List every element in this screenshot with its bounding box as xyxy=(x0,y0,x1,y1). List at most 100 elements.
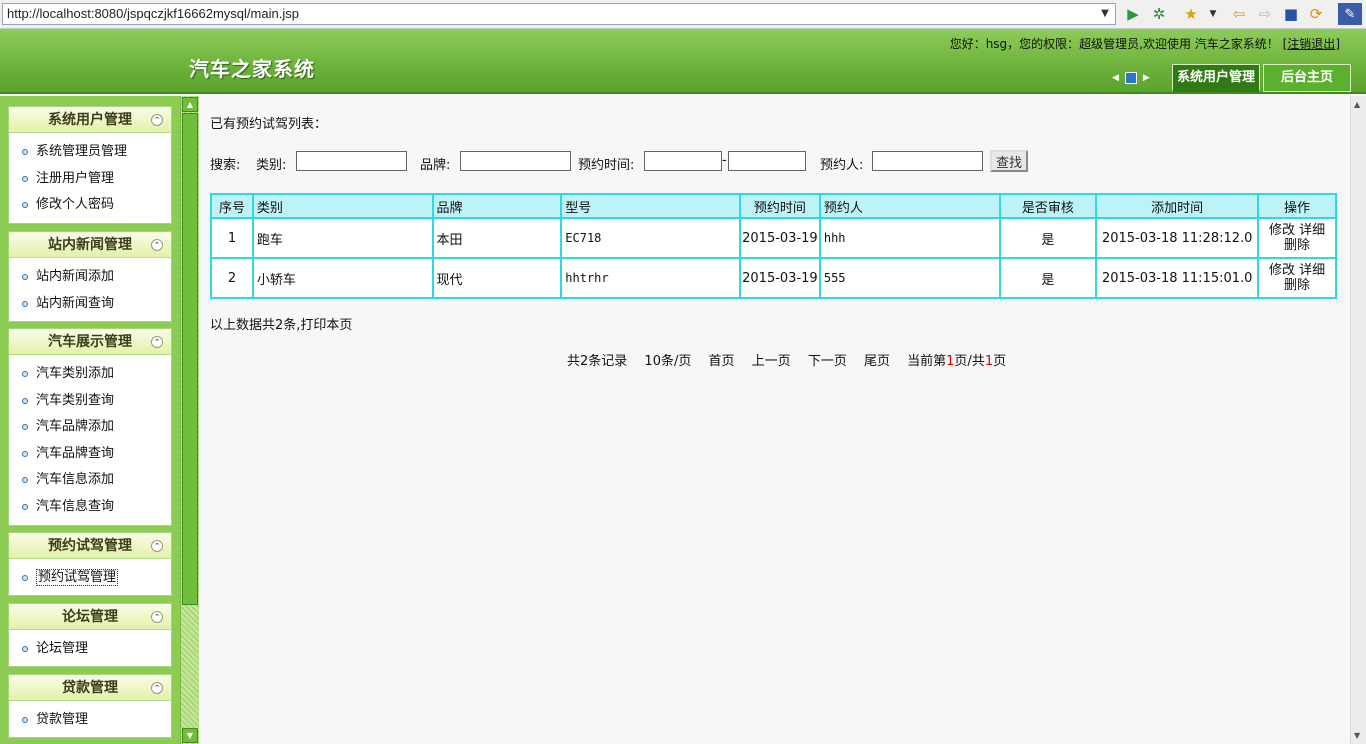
welcome-suffix: ] xyxy=(1335,37,1340,51)
tab-admin-home[interactable]: 后台主页 xyxy=(1263,64,1351,92)
sidebar-item-car-info-add[interactable]: 汽车信息添加 xyxy=(9,467,171,494)
bullet-icon xyxy=(22,149,28,155)
time-start-input[interactable] xyxy=(644,151,722,171)
play-icon[interactable]: ▶ xyxy=(1123,4,1143,24)
address-dropdown-icon[interactable]: ▼ xyxy=(1098,6,1112,22)
back-icon[interactable]: ⇦ xyxy=(1229,4,1249,24)
sidebar-item-loan-manage[interactable]: 贷款管理 xyxy=(9,707,171,734)
print-link[interactable]: 打印本页 xyxy=(300,318,352,333)
main-content: 已有预约试驾列表： 搜索: 类别: 品牌: 预约时间: - 预约人: 查找 序号… xyxy=(200,96,1350,742)
pager-current-prefix: 当前第 xyxy=(907,354,947,369)
col-header: 预约人 xyxy=(818,193,1001,219)
panel-header[interactable]: 站内新闻管理 ⌃ xyxy=(9,232,171,258)
sidebar-scrollbar[interactable]: ▲ ▼ xyxy=(180,96,199,744)
sidebar-item-news-add[interactable]: 站内新闻添加 xyxy=(9,264,171,291)
tab-scroll-right-icon[interactable]: ▶ xyxy=(1143,73,1150,83)
collapse-icon[interactable]: ⌃ xyxy=(151,682,163,694)
brand-label: 品牌: xyxy=(420,158,451,173)
scroll-up-icon[interactable]: ▲ xyxy=(1354,100,1360,109)
sidebar-item-admin-manage[interactable]: 系统管理员管理 xyxy=(9,139,171,166)
pager-next[interactable]: 下一页 xyxy=(808,354,847,369)
collapse-icon[interactable]: ⌃ xyxy=(151,611,163,623)
panel-header[interactable]: 汽车展示管理 ⌃ xyxy=(9,329,171,355)
delete-link[interactable]: 删除 xyxy=(1284,278,1310,293)
collapse-icon[interactable]: ⌃ xyxy=(151,114,163,126)
edit-link[interactable]: 修改 xyxy=(1269,223,1295,238)
sidebar-item-car-brand-add[interactable]: 汽车品牌添加 xyxy=(9,414,171,441)
col-header: 操作 xyxy=(1257,193,1337,219)
sidebar: 系统用户管理 ⌃ 系统管理员管理 注册用户管理 修改个人密码 站内新闻管理 ⌃ 站内… xyxy=(0,96,180,744)
sidebar-panel-users: 系统用户管理 ⌃ 系统管理员管理 注册用户管理 修改个人密码 xyxy=(8,106,172,224)
panel-title: 贷款管理 xyxy=(62,680,118,696)
panel-title: 系统用户管理 xyxy=(48,112,132,128)
collapse-icon[interactable]: ⌃ xyxy=(151,336,163,348)
sidebar-item-label: 注册用户管理 xyxy=(36,170,115,186)
sidebar-item-registered-users[interactable]: 注册用户管理 xyxy=(9,166,171,193)
app-icon[interactable]: ✎ xyxy=(1338,3,1362,25)
detail-link[interactable]: 详细 xyxy=(1299,223,1325,238)
forward-icon[interactable]: ⇨ xyxy=(1255,4,1275,24)
scroll-up-icon[interactable]: ▲ xyxy=(182,97,198,112)
edit-link[interactable]: 修改 xyxy=(1269,263,1295,278)
scroll-down-icon[interactable]: ▼ xyxy=(1354,731,1360,740)
delete-link[interactable]: 删除 xyxy=(1284,238,1310,253)
refresh-icon[interactable]: ⟳ xyxy=(1306,4,1326,24)
panel-title: 预约试驾管理 xyxy=(48,538,132,554)
collapse-icon[interactable]: ⌃ xyxy=(151,239,163,251)
star-dropdown-icon[interactable]: ▼ xyxy=(1203,4,1223,24)
sidebar-item-label: 论坛管理 xyxy=(36,641,89,656)
sidebar-item-car-category-query[interactable]: 汽车类别查询 xyxy=(9,388,171,415)
sidebar-item-forum-manage[interactable]: 论坛管理 xyxy=(9,636,171,663)
panel-title: 站内新闻管理 xyxy=(48,237,132,253)
pager-current: 当前第1页/共1页 xyxy=(907,354,1006,369)
sidebar-item-label: 站内新闻查询 xyxy=(36,295,115,311)
category-input[interactable] xyxy=(296,151,407,171)
sidebar-item-label: 汽车品牌添加 xyxy=(36,419,115,434)
pager-per-page: 10条/页 xyxy=(644,354,692,369)
panel-header[interactable]: 预约试驾管理 ⌃ xyxy=(9,533,171,559)
sidebar-item-car-category-add[interactable]: 汽车类别添加 xyxy=(9,361,171,388)
cell-brand: 本田 xyxy=(431,217,563,259)
cell-model: hhtrhr xyxy=(560,257,741,299)
sidebar-item-news-query[interactable]: 站内新闻查询 xyxy=(9,291,171,318)
tab-scroller: ◀ ▶ xyxy=(1112,70,1170,86)
stop-icon[interactable]: ■ xyxy=(1281,4,1301,24)
sidebar-panel-test-drive: 预约试驾管理 ⌃ 预约试驾管理 xyxy=(8,532,172,596)
pager-current-mid: 页/共 xyxy=(954,354,985,369)
cell-person: hhh xyxy=(818,217,1001,259)
brand-input[interactable] xyxy=(460,151,571,171)
panel-header[interactable]: 系统用户管理 ⌃ xyxy=(9,107,171,133)
pager-last[interactable]: 尾页 xyxy=(864,354,890,369)
pager-current-suffix: 页 xyxy=(993,354,1007,369)
bullet-icon xyxy=(22,477,28,483)
panel-header[interactable]: 论坛管理 ⌃ xyxy=(9,604,171,630)
scroll-down-icon[interactable]: ▼ xyxy=(182,728,198,743)
col-header: 序号 xyxy=(210,193,254,219)
scrollbar-thumb[interactable] xyxy=(182,113,198,605)
address-bar[interactable]: http://localhost:8080/jspqczjkf16662mysq… xyxy=(2,3,1116,25)
tab-list-icon[interactable] xyxy=(1124,72,1137,84)
time-end-input[interactable] xyxy=(728,151,806,171)
sidebar-item-car-info-query[interactable]: 汽车信息查询 xyxy=(9,494,171,521)
person-input[interactable] xyxy=(872,151,983,171)
tab-scroll-left-icon[interactable]: ◀ xyxy=(1112,73,1119,83)
tab-system-users[interactable]: 系统用户管理 xyxy=(1172,64,1260,92)
pager-first[interactable]: 首页 xyxy=(709,354,735,369)
star-icon[interactable]: ★ xyxy=(1181,4,1201,24)
collapse-icon[interactable]: ⌃ xyxy=(151,540,163,552)
col-header: 添加时间 xyxy=(1095,193,1260,219)
panel-header[interactable]: 贷款管理 ⌃ xyxy=(9,675,171,701)
detail-link[interactable]: 详细 xyxy=(1299,263,1325,278)
pager-prev[interactable]: 上一页 xyxy=(752,354,791,369)
main-scrollbar[interactable]: ▲ ▼ xyxy=(1350,96,1366,744)
sidebar-item-car-brand-query[interactable]: 汽车品牌查询 xyxy=(9,441,171,468)
sidebar-item-change-password[interactable]: 修改个人密码 xyxy=(9,192,171,219)
gear-icon[interactable]: ✲ xyxy=(1149,4,1169,24)
site-title: 汽车之家系统 xyxy=(189,57,315,81)
logout-link[interactable]: 注销退出 xyxy=(1287,37,1335,51)
cell-actions: 修改 详细 删除 xyxy=(1257,217,1337,259)
search-button[interactable]: 查找 xyxy=(990,150,1028,172)
sidebar-item-test-drive-manage[interactable]: 预约试驾管理 xyxy=(9,565,171,592)
cell-no: 2 xyxy=(210,257,254,299)
sidebar-item-label: 汽车信息查询 xyxy=(36,498,115,514)
